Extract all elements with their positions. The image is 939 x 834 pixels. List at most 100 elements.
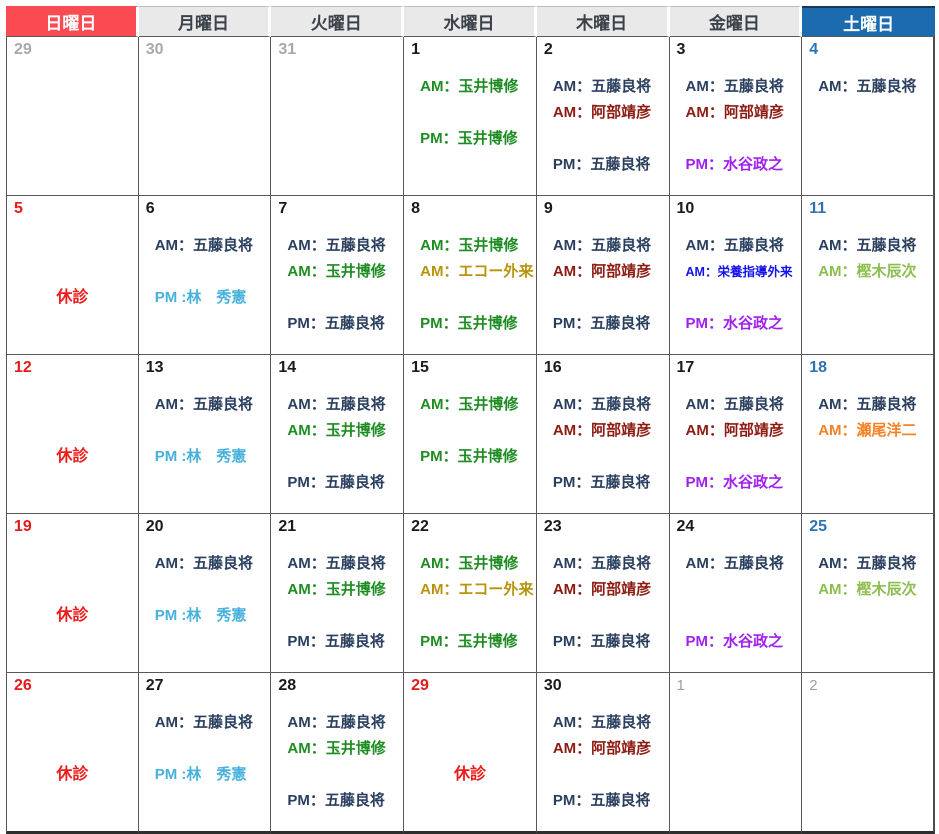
schedule-slot [806,444,929,470]
schedule-entry: AM：五藤良将 [275,710,399,736]
closed-label: 休診 [11,601,134,625]
week-row-3: 12休診13AM：五藤良将PM :林 秀憲14AM：五藤良将AM：玉井博修PM：… [6,355,935,514]
schedule-slot [541,444,665,470]
schedule-entry: AM：五藤良将 [143,710,267,736]
schedule-slot [674,710,798,736]
schedule-slot: PM：水谷政之 [674,152,798,178]
schedule-slot [674,126,798,152]
day-number: 31 [275,40,399,62]
weekday-header-row: 日曜日月曜日火曜日水曜日木曜日金曜日土曜日 [6,6,935,37]
weekday-header-label: 水曜日 [443,14,494,33]
weekday-header-sunday: 日曜日 [6,6,139,37]
day-number: 8 [408,199,532,221]
schedule-slot: PM：玉井博修 [408,444,532,470]
day-number: 22 [408,517,532,539]
day-cell: 1 [670,673,803,834]
schedule-entry: AM：玉井博修 [408,551,532,577]
schedule-slot: PM：五藤良将 [541,629,665,655]
schedule-slot [143,736,267,762]
schedule-entry: AM：阿部靖彦 [674,418,798,444]
schedule-entry: PM：玉井博修 [408,629,532,655]
schedule-entry: PM：玉井博修 [408,126,532,152]
week-row-1: 2930311AM：玉井博修PM：玉井博修2AM：五藤良将AM：阿部靖彦PM：五… [6,37,935,196]
schedule-entry: AM：五藤良将 [143,233,267,259]
schedule-entry: AM：五藤良将 [674,233,798,259]
schedule-slot: AM：五藤良将 [143,551,267,577]
day-cell: 10AM：五藤良将AM：栄養指導外来PM：水谷政之 [670,196,803,355]
schedule-entry: AM：エコー外来 [408,577,532,603]
schedule-slot [143,74,267,100]
schedule-slot [275,126,399,152]
schedule-slot [408,470,532,496]
day-number: 4 [806,40,929,62]
week-row-4: 19休診20AM：五藤良将PM :林 秀憲21AM：五藤良将AM：玉井博修PM：… [6,514,935,673]
schedule-slot: AM：阿部靖彦 [541,736,665,762]
schedule-entry: AM：五藤良将 [674,392,798,418]
schedule-slot: PM：玉井博修 [408,629,532,655]
schedule-entry: AM：五藤良将 [275,233,399,259]
weekday-header-monday: 月曜日 [139,6,272,37]
schedule-slot: AM：五藤良将 [541,74,665,100]
day-number: 30 [143,40,267,62]
day-number: 15 [408,358,532,380]
day-number: 21 [275,517,399,539]
schedule-slot: AM：五藤良将 [143,710,267,736]
day-cell: 21AM：五藤良将AM：玉井博修PM：五藤良将 [271,514,404,673]
schedule-slot: PM：水谷政之 [674,470,798,496]
schedule-slot [674,285,798,311]
day-number: 11 [806,199,929,221]
schedule-entry: AM：玉井博修 [275,418,399,444]
schedule-slot: AM：阿部靖彦 [674,418,798,444]
day-cell: 26休診 [6,673,139,834]
schedule-entry: PM :林 秀憲 [143,762,267,788]
schedule-slot [275,762,399,788]
schedule-entry: AM：阿部靖彦 [541,736,665,762]
schedule-slot: AM：五藤良将 [143,233,267,259]
closed-label: 休診 [408,760,532,784]
schedule-slot: AM：玉井博修 [408,74,532,100]
schedule-slot [806,100,929,126]
day-cell: 28AM：五藤良将AM：玉井博修PM：五藤良将 [271,673,404,834]
schedule-slot: AM：五藤良将 [275,392,399,418]
day-cell: 7AM：五藤良将AM：玉井博修PM：五藤良将 [271,196,404,355]
schedule-slot: AM：阿部靖彦 [541,418,665,444]
weekday-header-label: 火曜日 [311,14,362,33]
day-cell: 17AM：五藤良将AM：阿部靖彦PM：水谷政之 [670,355,803,514]
day-cell: 6AM：五藤良将PM :林 秀憲 [139,196,272,355]
schedule-slot: AM：五藤良将 [541,392,665,418]
day-cell: 5休診 [6,196,139,355]
day-cell: 23AM：五藤良将AM：阿部靖彦PM：五藤良将 [537,514,670,673]
calendar-header: 日曜日月曜日火曜日水曜日木曜日金曜日土曜日 [6,6,935,37]
day-number: 25 [806,517,929,539]
schedule-slot: AM：五藤良将 [143,392,267,418]
schedule-slot: AM：エコー外来 [408,259,532,285]
schedule-entry: PM：五藤良将 [275,629,399,655]
schedule-entry: AM：阿部靖彦 [674,100,798,126]
schedule-slot: AM：五藤良将 [674,551,798,577]
day-cell: 14AM：五藤良将AM：玉井博修PM：五藤良将 [271,355,404,514]
schedule-slot: AM：玉井博修 [408,392,532,418]
schedule-slot [408,603,532,629]
day-number: 24 [674,517,798,539]
schedule-entry: AM：五藤良将 [275,392,399,418]
schedule-entry: PM：水谷政之 [674,311,798,337]
schedule-entry: AM：五藤良将 [674,551,798,577]
weekday-header-label: 木曜日 [576,14,627,33]
schedule-slot [143,126,267,152]
calendar-table: 日曜日月曜日火曜日水曜日木曜日金曜日土曜日 2930311AM：玉井博修PM：玉… [6,6,935,834]
day-cell: 12休診 [6,355,139,514]
schedule-entry: AM：五藤良将 [541,392,665,418]
day-number: 10 [674,199,798,221]
day-cell: 9AM：五藤良将AM：阿部靖彦PM：五藤良将 [537,196,670,355]
day-number: 1 [408,40,532,62]
day-cell: 2AM：五藤良将AM：阿部靖彦PM：五藤良将 [537,37,670,196]
closed-label: 休診 [11,283,134,307]
schedule-slot: AM：玉井博修 [275,418,399,444]
schedule-slot [408,418,532,444]
schedule-entry: AM：五藤良将 [806,233,929,259]
schedule-entry: PM：五藤良将 [541,470,665,496]
schedule-slot [143,577,267,603]
schedule-slot: PM：五藤良将 [275,629,399,655]
day-number: 9 [541,199,665,221]
schedule-slot: AM：樫木辰次 [806,577,929,603]
